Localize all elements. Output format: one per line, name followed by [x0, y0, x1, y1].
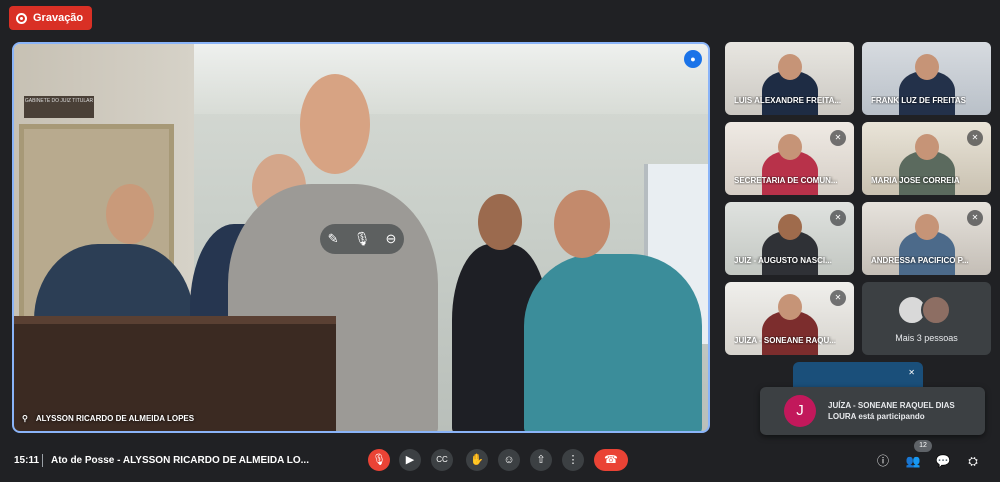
participant-face [914, 214, 939, 240]
divider [42, 454, 43, 467]
camera-button[interactable]: ▶ [399, 449, 421, 471]
speaker-name: ALYSSON RICARDO DE ALMEIDA LOPES [35, 414, 195, 423]
activities-icon[interactable]: ⛭ [964, 452, 982, 470]
more-people-tile[interactable]: Mais 3 pessoas [862, 282, 991, 355]
participant-name: JUÍZA - SONEANE RAQU... [734, 336, 836, 345]
more-people-avatars [896, 294, 951, 325]
mic-off-icon: ✕ [967, 130, 983, 146]
main-video[interactable]: GABINETE DO JUIZ TITULAR ✎ 🎙 ⊖ ● ⚲ ALYSS… [12, 42, 710, 433]
participant-tile[interactable]: ✕ JUÍZA - SONEANE RAQU... [725, 282, 854, 355]
reactions-button[interactable]: ☺ [498, 449, 520, 471]
person-woman [524, 254, 702, 431]
mic-off-icon: ✕ [830, 130, 846, 146]
participant-face [777, 54, 802, 80]
mic-off-icon: ✕ [830, 290, 846, 306]
more-options-button[interactable]: ⋮ [562, 449, 584, 471]
info-icon[interactable]: ⓘ [874, 452, 892, 470]
speaking-indicator-icon: ● [684, 50, 702, 68]
participant-tile[interactable]: ✕ MARIA JOSE CORREIA [862, 122, 991, 195]
mic-off-icon: ✕ [967, 210, 983, 226]
people-icon[interactable]: 👥 [904, 452, 922, 470]
bottom-bar: 15:11 Ato de Posse - ALYSSON RICARDO DE … [0, 438, 1000, 482]
participant-tile[interactable]: ✕ JUIZ - AUGUSTO NASCI... [725, 202, 854, 275]
hang-up-button[interactable]: ☎ [594, 449, 628, 471]
avatar [920, 294, 951, 325]
participant-tile[interactable]: ✕ SECRETARIA DE COMUN... [725, 122, 854, 195]
participant-name: JUIZ - AUGUSTO NASCI... [734, 256, 832, 265]
participant-name: ANDRESSA PACIFICO P... [871, 256, 969, 265]
recording-label: Gravação [33, 12, 84, 24]
participant-face [777, 294, 802, 320]
more-people-label: Mais 3 pessoas [895, 332, 958, 343]
mute-user-icon[interactable]: 🎙 [354, 231, 371, 247]
mic-off-icon: ✕ [830, 210, 846, 226]
participant-tile[interactable]: FRANK LUZ DE FREITAS [862, 42, 991, 115]
door-plaque: GABINETE DO JUIZ TITULAR [24, 96, 94, 118]
participant-name: MARIA JOSE CORREIA [871, 176, 960, 185]
participant-tile[interactable]: LUIS ALEXANDRE FREITA... [725, 42, 854, 115]
raise-hand-button[interactable]: ✋ [466, 449, 488, 471]
participant-name: LUIS ALEXANDRE FREITA... [734, 96, 842, 105]
participant-face [777, 134, 802, 160]
remove-icon[interactable]: ⊖ [385, 231, 396, 247]
captions-button[interactable]: CC [431, 449, 453, 471]
present-screen-button[interactable]: ⇧ [530, 449, 552, 471]
chat-icon[interactable]: 💬 [934, 452, 952, 470]
notification-avatar: J [784, 395, 816, 427]
participant-face [777, 214, 802, 240]
participant-face [914, 134, 939, 160]
mic-off-icon: ✕ [908, 368, 915, 377]
person-right-head [478, 194, 522, 250]
participant-face [914, 54, 939, 80]
participant-tile[interactable]: ✕ ANDRESSA PACIFICO P... [862, 202, 991, 275]
speaker-label: ⚲ ALYSSON RICARDO DE ALMEIDA LOPES [22, 414, 194, 423]
clock: 15:11 [14, 455, 40, 466]
participant-name: FRANK LUZ DE FREITAS [871, 96, 966, 105]
record-icon [16, 12, 27, 24]
tile-hover-controls: ✎ 🎙 ⊖ [320, 224, 404, 254]
person-left-head [106, 184, 154, 244]
participant-name: SECRETARIA DE COMUN... [734, 176, 838, 185]
pin-icon[interactable]: ✎ [328, 231, 339, 247]
person-woman-head [554, 190, 610, 258]
person-signing-head [300, 74, 370, 174]
pin-small-icon: ⚲ [22, 414, 28, 423]
join-notification: J JUÍZA - SONEANE RAQUEL DIAS LOURA está… [760, 387, 985, 435]
meeting-title: Ato de Posse - ALYSSON RICARDO DE ALMEID… [51, 455, 309, 466]
mic-off-button[interactable]: 🎙 [368, 449, 390, 471]
notification-text: JUÍZA - SONEANE RAQUEL DIAS LOURA está p… [828, 401, 955, 421]
recording-indicator[interactable]: Gravação [9, 6, 93, 30]
participant-count-badge: 12 [914, 440, 932, 452]
